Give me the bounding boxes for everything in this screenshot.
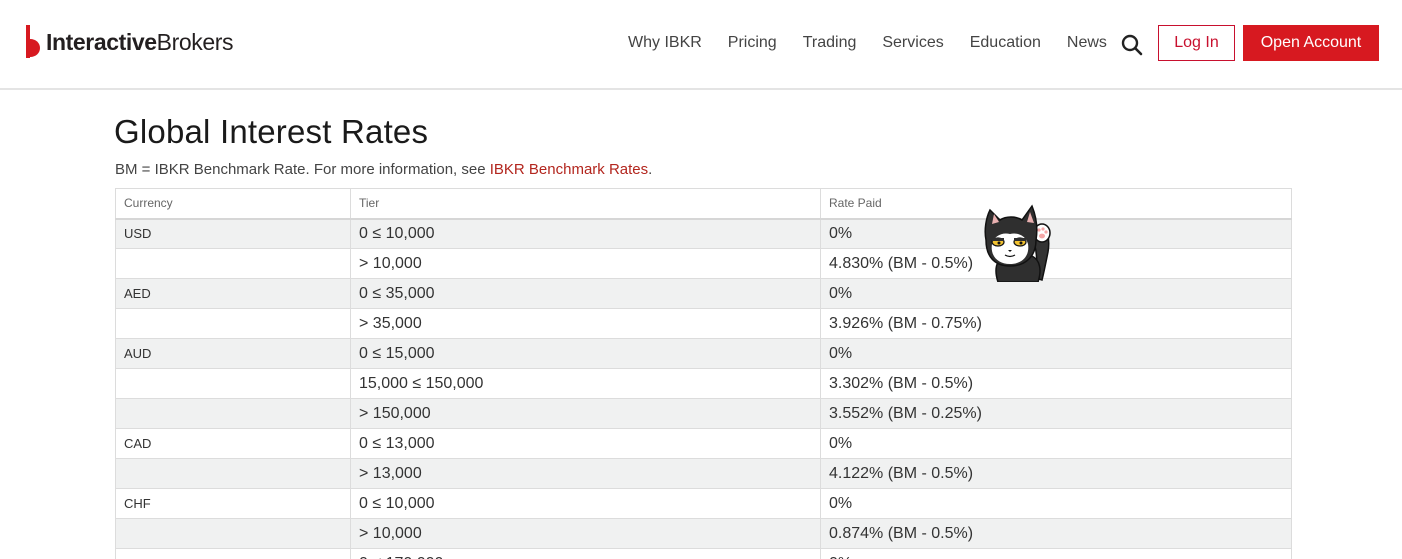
currency-cell <box>115 518 351 549</box>
currency-cell <box>115 458 351 489</box>
page-title: Global Interest Rates <box>114 113 429 150</box>
currency-cell: USD <box>115 218 351 249</box>
cat-sticker-icon <box>984 204 1051 282</box>
intro-text: BM = IBKR Benchmark Rate. For more infor… <box>115 160 652 180</box>
tier-cell: 15,000 ≤ 150,000 <box>350 368 821 399</box>
table-row: AED 0 ≤ 35,000 0% <box>115 278 1292 309</box>
tier-cell: 0 ≤ 10,000 <box>350 218 821 249</box>
nav-pricing[interactable]: Pricing <box>728 31 777 55</box>
tier-cell: 0 ≤ 170,000 <box>350 548 821 559</box>
rate-cell: 0% <box>820 278 1292 309</box>
rate-cell: 0% <box>820 548 1292 559</box>
nav-news[interactable]: News <box>1067 31 1107 55</box>
table-row: > 10,000 4.830% (BM - 0.5%) <box>115 248 1292 279</box>
tier-cell: > 35,000 <box>350 308 821 339</box>
nav-services[interactable]: Services <box>882 31 943 55</box>
column-header-currency: Currency <box>115 188 351 220</box>
table-row: CHF 0 ≤ 10,000 0% <box>115 488 1292 519</box>
table-row: > 35,000 3.926% (BM - 0.75%) <box>115 308 1292 339</box>
rate-cell: 3.552% (BM - 0.25%) <box>820 398 1292 429</box>
intro-text-lead: BM = IBKR Benchmark Rate. For more infor… <box>115 161 490 178</box>
nav-trading[interactable]: Trading <box>803 31 857 55</box>
table-row: USD 0 ≤ 10,000 0% <box>115 218 1292 249</box>
ibkr-logo-mark-icon <box>26 25 40 58</box>
tier-cell: 0 ≤ 10,000 <box>350 488 821 519</box>
currency-cell <box>115 368 351 399</box>
table-row: 15,000 ≤ 150,000 3.302% (BM - 0.5%) <box>115 368 1292 399</box>
table-row: CAD 0 ≤ 13,000 0% <box>115 428 1292 459</box>
currency-cell: AUD <box>115 338 351 369</box>
login-button[interactable]: Log In <box>1158 25 1235 61</box>
column-header-tier: Tier <box>350 188 821 220</box>
currency-cell: AED <box>115 278 351 309</box>
table-row: 0 ≤ 170,000 0% <box>115 548 1292 559</box>
table-row: AUD 0 ≤ 15,000 0% <box>115 338 1292 369</box>
ibkr-logo[interactable]: InteractiveBrokers <box>24 22 234 62</box>
site-header: InteractiveBrokers Why IBKR Pricing Trad… <box>0 0 1402 90</box>
tier-cell: 0 ≤ 35,000 <box>350 278 821 309</box>
benchmark-rates-link[interactable]: IBKR Benchmark Rates <box>490 161 648 178</box>
interest-rates-table: Currency Tier Rate Paid USD 0 ≤ 10,000 0… <box>115 188 1292 559</box>
currency-cell <box>115 548 351 559</box>
open-account-button[interactable]: Open Account <box>1243 25 1379 61</box>
table-header-row: Currency Tier Rate Paid <box>115 188 1292 220</box>
rate-cell: 0.874% (BM - 0.5%) <box>820 518 1292 549</box>
tier-cell: > 13,000 <box>350 458 821 489</box>
rate-cell: 0% <box>820 338 1292 369</box>
search-icon[interactable] <box>1120 33 1144 57</box>
table-row: > 13,000 4.122% (BM - 0.5%) <box>115 458 1292 489</box>
tier-cell: > 10,000 <box>350 518 821 549</box>
currency-cell <box>115 248 351 279</box>
rate-cell: 3.926% (BM - 0.75%) <box>820 308 1292 339</box>
nav-why-ibkr[interactable]: Why IBKR <box>628 31 702 55</box>
currency-cell <box>115 308 351 339</box>
main-nav: Why IBKR Pricing Trading Services Educat… <box>628 31 1133 55</box>
rate-cell: 0% <box>820 488 1292 519</box>
tier-cell: > 150,000 <box>350 398 821 429</box>
intro-text-end: . <box>648 161 653 178</box>
currency-cell: CHF <box>115 488 351 519</box>
currency-cell <box>115 398 351 429</box>
tier-cell: > 10,000 <box>350 248 821 279</box>
table-row: > 150,000 3.552% (BM - 0.25%) <box>115 398 1292 429</box>
nav-education[interactable]: Education <box>970 31 1041 55</box>
rate-cell: 3.302% (BM - 0.5%) <box>820 368 1292 399</box>
tier-cell: 0 ≤ 15,000 <box>350 338 821 369</box>
brand-wordmark: InteractiveBrokers <box>46 28 234 55</box>
tier-cell: 0 ≤ 13,000 <box>350 428 821 459</box>
currency-cell: CAD <box>115 428 351 459</box>
rate-cell: 0% <box>820 428 1292 459</box>
table-row: > 10,000 0.874% (BM - 0.5%) <box>115 518 1292 549</box>
rate-cell: 4.122% (BM - 0.5%) <box>820 458 1292 489</box>
